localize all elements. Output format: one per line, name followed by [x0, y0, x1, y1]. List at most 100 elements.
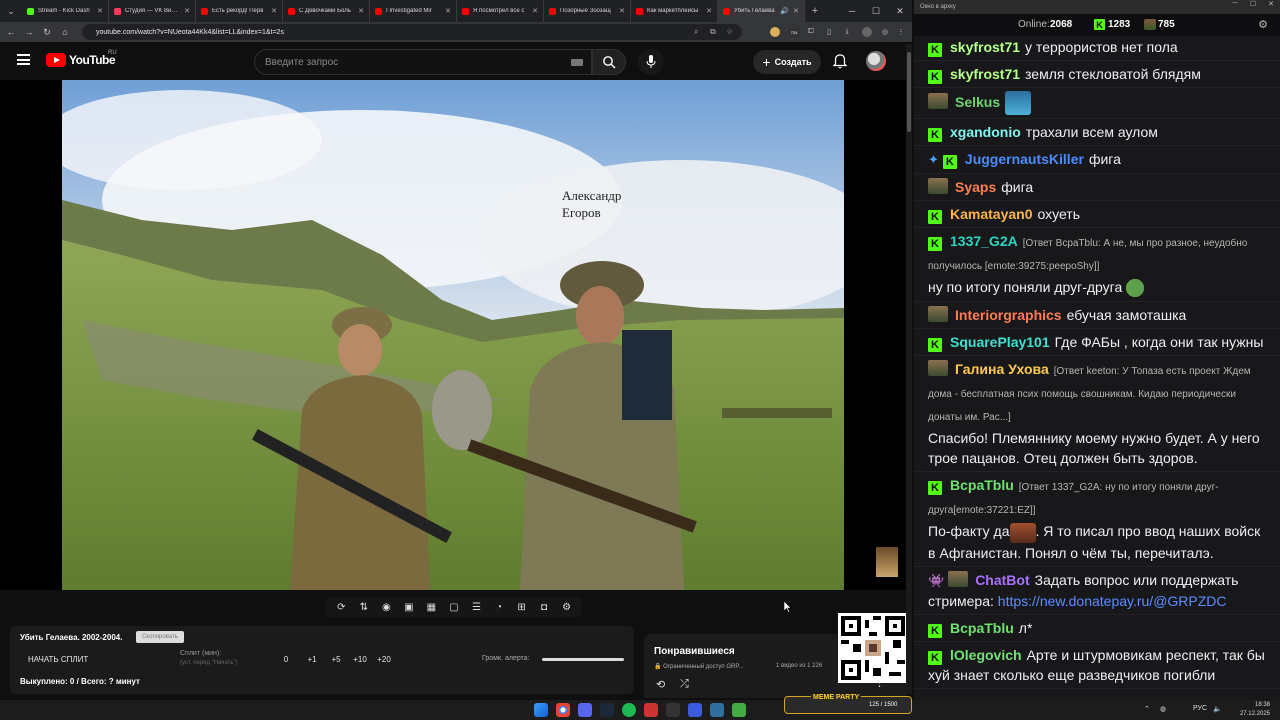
donate-link[interactable]: https://new.donatepay.ru/@GRPZDC — [998, 593, 1227, 609]
close-icon[interactable]: ✕ — [793, 7, 799, 15]
loop-icon[interactable]: ⟳ — [333, 602, 349, 613]
maximize-icon[interactable]: ☐ — [1244, 0, 1262, 8]
screenshot-icon[interactable]: ◘ — [536, 602, 552, 613]
playlist-title[interactable]: Понравившиеся — [654, 646, 735, 657]
broadcast-icon[interactable]: ◉ — [378, 602, 394, 613]
tab-kick-dashboard[interactable]: Stream - Kick Dash ✕ — [22, 0, 109, 22]
chrome-icon[interactable] — [556, 703, 570, 717]
search-button[interactable] — [592, 49, 626, 75]
split-plus-5[interactable]: +5 — [324, 655, 348, 664]
start-icon[interactable] — [534, 703, 548, 717]
language-indicator[interactable]: РУС — [1193, 705, 1207, 712]
alert-volume-slider[interactable] — [542, 658, 624, 661]
tab-youtube-zoo[interactable]: Позорные Зоозащ ✕ — [544, 0, 631, 22]
tab-vk-studio[interactable]: Студия — VK Видео ✕ — [109, 0, 196, 22]
subtitle-icon[interactable]: ⊞ — [514, 602, 530, 613]
tab-youtube-marketplace[interactable]: Как маркетплейсы ✕ — [631, 0, 718, 22]
kick-badge-icon: K — [928, 70, 942, 84]
video-player[interactable]: Александр Егоров — [0, 80, 906, 590]
more-options-icon[interactable]: ◎ — [880, 27, 890, 37]
extension-icon[interactable] — [770, 27, 780, 37]
spotify-icon[interactable] — [622, 703, 636, 717]
sidebar-icon[interactable]: ▯ — [824, 27, 834, 37]
tab-youtube-watched[interactable]: Я посмотрел все с ✕ — [457, 0, 544, 22]
tab-youtube-active[interactable]: Убить Гелаева 🔊 ✕ — [718, 0, 805, 22]
playlist-loop-icon[interactable]: ⟲ — [656, 678, 665, 691]
split-plus-1[interactable]: +1 — [300, 655, 324, 664]
speed-icon[interactable]: ◔ — [491, 602, 507, 613]
close-icon[interactable]: ✕ — [706, 7, 712, 15]
notifications-button[interactable] — [832, 54, 848, 74]
app-icon[interactable] — [732, 703, 746, 717]
video-photo — [62, 80, 844, 590]
kick-viewers: 1283 — [1108, 19, 1131, 30]
tray-app-icon[interactable]: ◍ — [1160, 705, 1166, 713]
downloads-icon[interactable]: ⤓ — [842, 27, 852, 37]
avatar[interactable] — [866, 51, 886, 71]
minimize-icon[interactable]: ─ — [1226, 0, 1244, 8]
calendar-icon[interactable]: ▦ — [423, 602, 439, 613]
close-icon[interactable]: ✕ — [532, 7, 538, 15]
close-window-icon[interactable]: ✕ — [888, 0, 912, 22]
hamburger-menu-icon[interactable] — [17, 54, 30, 65]
scrollbar-thumb[interactable] — [907, 52, 911, 132]
tab-search-icon[interactable]: ⌄ — [0, 0, 22, 22]
url-field[interactable]: youtube.com/watch?v=NUeota44Kk4&list=LL&… — [82, 24, 742, 40]
close-window-icon[interactable]: ✕ — [1262, 0, 1280, 8]
create-button[interactable]: + Создать — [753, 50, 821, 74]
discord-icon[interactable] — [578, 703, 592, 717]
tab-youtube-investigated[interactable]: I Investigated Mir ✕ — [370, 0, 457, 22]
bookmark-icon[interactable]: ☆ — [726, 27, 733, 36]
copy-button[interactable]: Скопировать — [136, 631, 184, 643]
app-icon[interactable] — [644, 703, 658, 717]
profile-icon[interactable] — [862, 27, 872, 37]
list-icon[interactable]: ☰ — [468, 602, 484, 613]
app-icon[interactable] — [710, 703, 724, 717]
new-tab-button[interactable]: + — [805, 5, 825, 17]
close-icon[interactable]: ✕ — [97, 7, 103, 15]
shuffle-icon[interactable]: ⤮ — [680, 678, 689, 691]
sort-icon[interactable]: ⇅ — [356, 602, 372, 613]
close-icon[interactable]: ✕ — [184, 7, 190, 15]
close-icon[interactable]: ✕ — [619, 7, 625, 15]
tab-youtube-girls[interactable]: С Девочками Боль ✕ — [283, 0, 370, 22]
home-icon[interactable]: ⌂ — [60, 27, 70, 37]
voice-search-button[interactable] — [638, 49, 664, 75]
youtube-logo[interactable]: YouTube RU — [46, 50, 117, 67]
reload-icon[interactable]: ↻ — [42, 27, 52, 38]
split-plus-20[interactable]: +20 — [372, 655, 396, 664]
picture-in-picture-icon[interactable]: ▢ — [446, 602, 462, 613]
tray-chevron-icon[interactable]: ⌃ — [1144, 705, 1150, 713]
zoom-icon[interactable]: ⌕ — [694, 27, 698, 37]
keyboard-icon[interactable] — [571, 59, 583, 66]
settings-icon[interactable]: ⚙ — [559, 602, 575, 613]
clock[interactable]: 18:38 27.12.2025 — [1240, 701, 1270, 719]
start-split-button[interactable]: НАЧАТЬ СПЛИТ — [28, 655, 88, 664]
back-icon[interactable]: ← — [6, 27, 16, 37]
share-icon[interactable]: ⧉ — [710, 27, 716, 37]
minimize-icon[interactable]: ─ — [840, 0, 864, 22]
volume-icon[interactable]: 🔈 — [1213, 705, 1222, 713]
split-plus-10[interactable]: +10 — [348, 655, 372, 664]
video-thumbnail[interactable] — [876, 547, 898, 577]
user-avatar-icon — [928, 178, 948, 194]
app-icon[interactable] — [666, 703, 680, 717]
close-icon[interactable]: ✕ — [271, 7, 277, 15]
tab-youtube-record[interactable]: Есть рекорд! Перв ✕ — [196, 0, 283, 22]
speaker-icon[interactable]: 🔊 — [780, 7, 789, 15]
chat-settings-icon[interactable]: ⚙ — [1258, 18, 1268, 31]
menu-kebab-icon[interactable]: ⋮ — [896, 27, 906, 37]
maximize-icon[interactable]: ☐ — [864, 0, 888, 22]
extensions-puzzle-icon[interactable]: ⧠ — [806, 27, 816, 37]
close-icon[interactable]: ✕ — [358, 7, 364, 15]
extension-badge-icon[interactable]: 724 — [788, 27, 800, 37]
search-input[interactable] — [255, 50, 545, 74]
preview-icon[interactable]: ▣ — [401, 602, 417, 613]
page-scrollbar[interactable] — [906, 44, 912, 694]
steam-icon[interactable] — [600, 703, 614, 717]
close-icon[interactable]: ✕ — [445, 7, 451, 15]
split-value-0[interactable]: 0 — [272, 655, 300, 664]
forward-icon[interactable]: → — [24, 27, 34, 37]
app-icon[interactable] — [688, 703, 702, 717]
sword-badge-icon: ✦ — [928, 152, 939, 167]
